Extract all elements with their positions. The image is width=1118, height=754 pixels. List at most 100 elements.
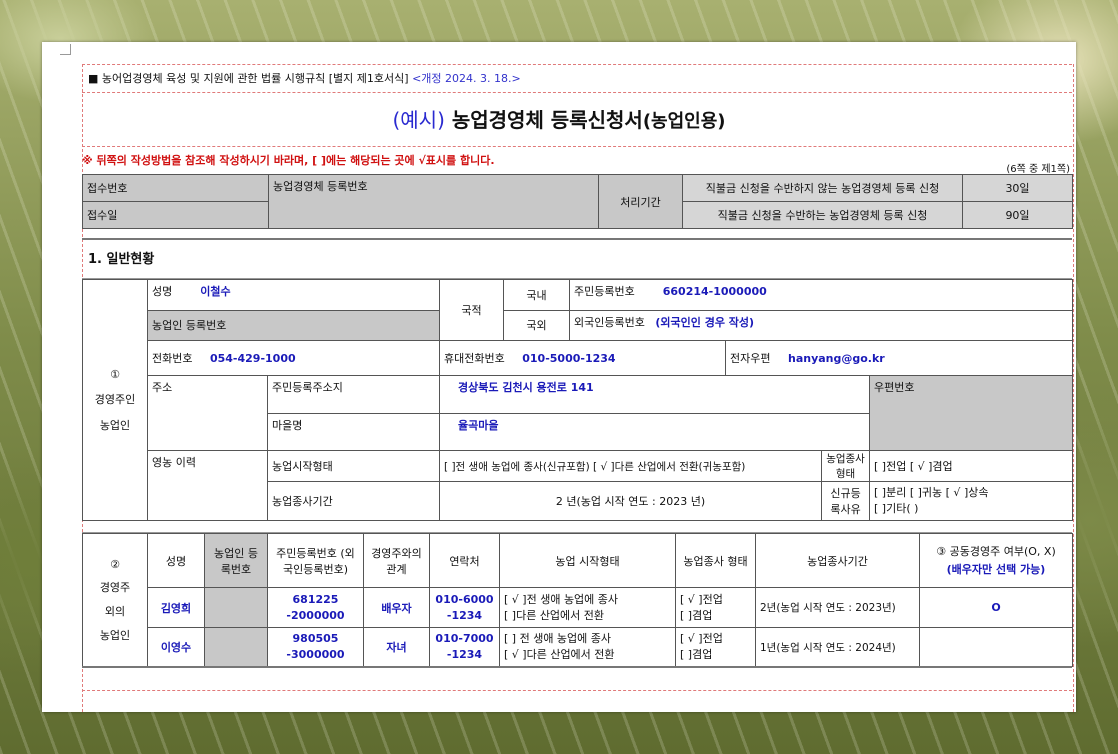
row-start-2[interactable]: [ ]다른 산업에서 전환 <box>504 608 671 624</box>
page-title: (예시) 농업경영체 등록신청서(농업인용) <box>42 104 1076 133</box>
col-header-work-type: 농업종사 형태 <box>675 533 756 588</box>
section-title: 1. 일반현황 <box>88 252 155 267</box>
row-work-1[interactable]: [ √ ]전업 <box>680 592 751 608</box>
farmer-reg-label: 농업인 등록번호 <box>146 309 441 341</box>
owner-label-3: 농업인 <box>99 418 131 432</box>
owner-work-type[interactable]: [ ]전업 [ √ ]겸업 <box>869 449 1074 483</box>
row-farmer-reg[interactable] <box>204 627 268 667</box>
foreign-reg-value[interactable]: (외국인인 경우 작성) <box>655 316 754 329</box>
row-rrn-1[interactable]: 681225 <box>272 592 359 608</box>
owner-phone[interactable]: 054-429-1000 <box>210 352 296 365</box>
without-subsidy-days: 30일 <box>962 174 1073 202</box>
col-header-co-owner: ③ 공동경영주 여부(O, X) <box>936 544 1056 558</box>
receipt-table: 접수번호 농업경영체 등록번호 처리기간 직불금 신청을 수반하지 않는 농업경… <box>82 174 1073 229</box>
document-page: ■ 농어업경영체 육성 및 지원에 관한 법률 시행규칙 [별지 제1호서식] … <box>42 42 1076 712</box>
row-contact-2[interactable]: -1234 <box>434 647 495 663</box>
row-work-2[interactable]: [ ]겸업 <box>680 608 751 624</box>
col-header-rrn: 주민등록번호 (외국인등록번호) <box>267 533 364 588</box>
foreign-reg-label: 외국인등록번호 <box>574 315 645 329</box>
row-farmer-reg[interactable] <box>204 587 268 628</box>
name-label: 성명 <box>152 285 173 298</box>
address-label: 주소 <box>147 374 268 451</box>
owner-mobile[interactable]: 010-5000-1234 <box>522 352 615 365</box>
row-start-2[interactable]: [ √ ]다른 산업에서 전환 <box>504 647 671 663</box>
reg-no-label: 농업경영체 등록번호 <box>268 174 599 229</box>
law-text: ■ 농어업경영체 육성 및 지원에 관한 법률 시행규칙 [별지 제1호서식] <box>88 72 409 85</box>
row-rrn-1[interactable]: 980505 <box>272 631 359 647</box>
owner-new-reason-1[interactable]: [ ]분리 [ ]귀농 [ √ ]상속 <box>874 485 1068 501</box>
law-reference: ■ 농어업경영체 육성 및 지원에 관한 법률 시행규칙 [별지 제1호서식] … <box>88 70 521 86</box>
row-name[interactable]: 김영희 <box>147 587 205 628</box>
guide-line <box>82 64 1072 65</box>
row-co-owner[interactable]: O <box>919 587 1073 628</box>
owner-table: ① 경영주인 농업인 성명 이철수 국적 국내 주민등록번호 660214-10… <box>82 279 1074 522</box>
owner-label-2: 경영주인 <box>94 392 136 406</box>
title-example: (예시) <box>392 108 445 132</box>
domestic-label: 국내 <box>503 279 571 311</box>
with-subsidy-label: 직불금 신청을 수반하는 농업경영체 등록 신청 <box>682 201 963 229</box>
others-label-1: ② <box>110 557 120 571</box>
nationality-label: 국적 <box>439 279 505 341</box>
receipt-no-label: 접수번호 <box>82 174 269 202</box>
with-subsidy-days: 90일 <box>962 201 1073 229</box>
table-row: 이영수 980505 -3000000 자녀 010-7000 -1234 [ ] … <box>83 627 1073 667</box>
owner-period[interactable]: 2 년(농업 시작 연도 : 2023 년) <box>439 481 823 521</box>
section-rule <box>82 238 1072 240</box>
owner-label-1: ① <box>110 367 120 381</box>
village-label: 마을명 <box>266 413 441 451</box>
owner-rrn[interactable]: 660214-1000000 <box>663 285 767 298</box>
col-header-relation: 경영주와의 관계 <box>363 533 430 588</box>
page-corner-mark <box>60 44 71 55</box>
row-period[interactable]: 1년(농업 시작 연도 : 2024년) <box>755 627 920 667</box>
rrn-label: 주민등록번호 <box>574 285 635 298</box>
col-header-farmer-reg: 농업인 등록번호 <box>204 533 268 588</box>
co-owner-note: (배우자만 선택 가능) <box>946 562 1046 576</box>
owner-name[interactable]: 이철수 <box>200 285 230 298</box>
row-rrn-2[interactable]: -3000000 <box>272 647 359 663</box>
row-start-1[interactable]: [ ] 전 생애 농업에 종사 <box>504 631 671 647</box>
phone-label: 전화번호 <box>152 351 193 365</box>
row-contact-1[interactable]: 010-6000 <box>434 592 495 608</box>
row-co-owner[interactable] <box>919 627 1073 667</box>
email-label: 전자우편 <box>730 351 771 365</box>
title-sub: (농업인용) <box>642 111 726 132</box>
row-name[interactable]: 이영수 <box>147 627 205 667</box>
row-start-1[interactable]: [ √ ]전 생애 농업에 종사 <box>504 592 671 608</box>
without-subsidy-label: 직불금 신청을 수반하지 않는 농업경영체 등록 신청 <box>682 174 963 202</box>
owner-new-reason-2[interactable]: [ ]기타( ) <box>874 501 1068 517</box>
section-rule <box>82 666 1072 668</box>
row-relation[interactable]: 자녀 <box>363 627 430 667</box>
row-contact-2[interactable]: -1234 <box>434 608 495 624</box>
others-label-4: 농업인 <box>99 628 131 642</box>
work-type-label: 농업종사형태 <box>821 449 871 483</box>
col-header-period: 농업종사기간 <box>755 533 920 588</box>
table-row: 김영희 681225 -2000000 배우자 010-6000 -1234 [ √… <box>83 587 1073 628</box>
title-main: 농업경영체 등록신청서 <box>451 108 643 132</box>
row-work-1[interactable]: [ √ ]전업 <box>680 631 751 647</box>
mobile-label: 휴대전화번호 <box>444 351 505 365</box>
row-relation[interactable]: 배우자 <box>363 587 430 628</box>
zip-label: 우편번호 <box>869 374 1074 451</box>
start-type-label: 농업시작형태 <box>266 449 441 483</box>
instruction-notice: ※ 뒤쪽의 작성방법을 참조해 작성하시기 바라며, [ ]에는 해당되는 곳에… <box>82 154 495 167</box>
receipt-date-label: 접수일 <box>82 201 269 229</box>
row-period[interactable]: 2년(농업 시작 연도 : 2023년) <box>755 587 920 628</box>
guide-line <box>82 92 1072 93</box>
others-section-label: ② 경영주 외의 농업인 <box>82 533 148 667</box>
row-contact-1[interactable]: 010-7000 <box>434 631 495 647</box>
row-work-2[interactable]: [ ]겸업 <box>680 647 751 663</box>
owner-email[interactable]: hanyang@go.kr <box>788 352 885 365</box>
guide-line <box>82 690 1072 691</box>
others-label-2: 경영주 <box>99 580 131 594</box>
foreign-label: 국외 <box>503 309 571 341</box>
owner-village[interactable]: 율곡마을 <box>458 419 498 432</box>
owner-resident-addr[interactable]: 경상북도 김천시 용전로 141 <box>458 381 594 394</box>
others-label-3: 외의 <box>104 604 126 618</box>
row-rrn-2[interactable]: -2000000 <box>272 608 359 624</box>
owner-start-type[interactable]: [ ]전 생애 농업에 종사(신규포함) [ √ ]다른 산업에서 전환(귀농포… <box>439 449 823 483</box>
guide-line <box>82 146 1072 147</box>
resident-addr-label: 주민등록주소지 <box>266 374 441 415</box>
col-header-start-type: 농업 시작형태 <box>499 533 676 588</box>
period-label: 농업종사기간 <box>266 481 441 521</box>
col-header-name: 성명 <box>147 533 205 588</box>
